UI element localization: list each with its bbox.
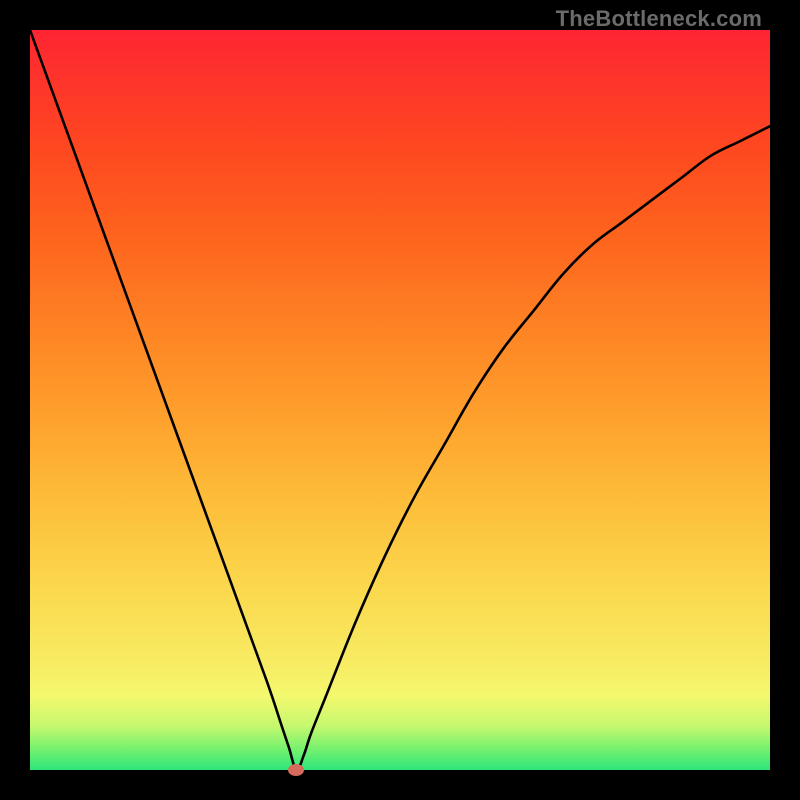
watermark-text: TheBottleneck.com [556,6,762,32]
bottleneck-curve [30,30,770,770]
optimum-marker [288,764,304,776]
plot-area [30,30,770,770]
chart-frame: TheBottleneck.com [0,0,800,800]
curve-path [30,30,770,770]
